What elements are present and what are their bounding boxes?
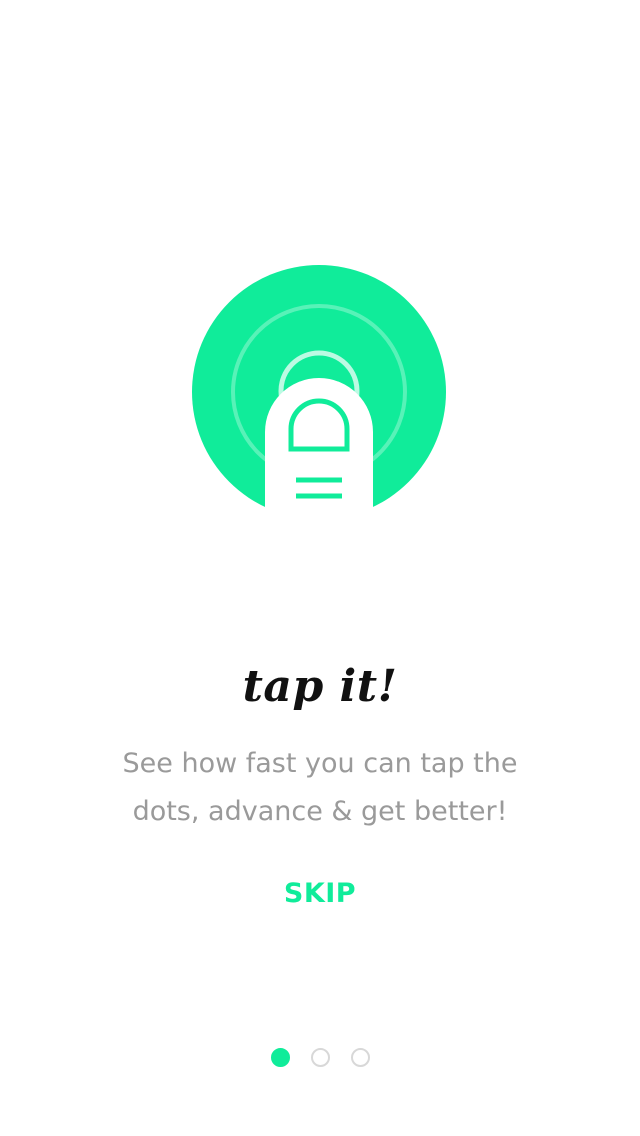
onboarding-subtitle: See how fast you can tap the dots, advan… bbox=[122, 748, 518, 827]
finger-tap-icon bbox=[192, 265, 446, 508]
page-indicator bbox=[0, 1048, 640, 1068]
page-dot-2[interactable] bbox=[310, 1048, 330, 1067]
hero-illustration bbox=[191, 264, 447, 520]
page-dot-3[interactable] bbox=[350, 1048, 370, 1067]
onboarding-title: tap it! bbox=[242, 661, 398, 712]
page-dot-1[interactable] bbox=[270, 1048, 290, 1067]
skip-button[interactable]: SKIP bbox=[250, 870, 390, 918]
